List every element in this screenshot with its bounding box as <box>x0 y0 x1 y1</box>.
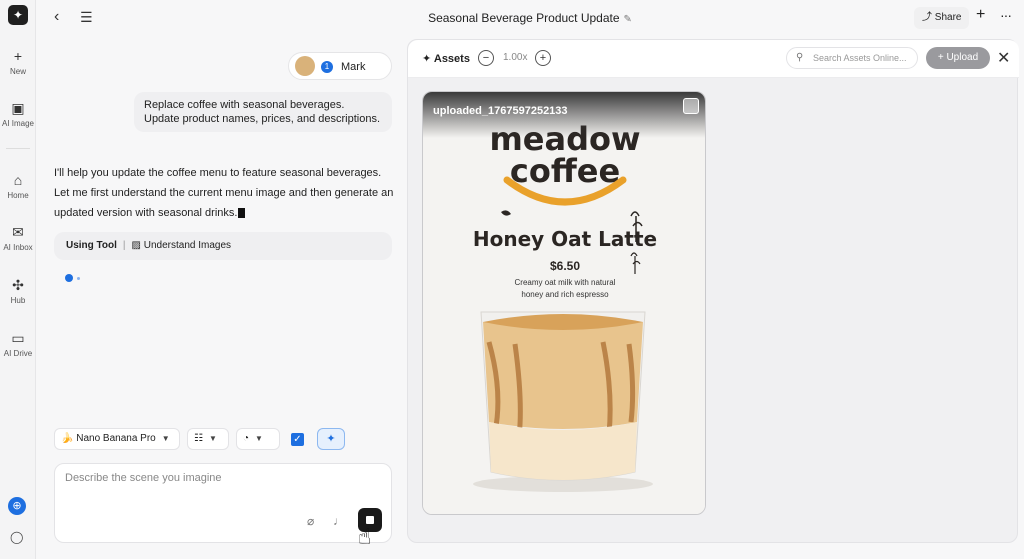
sparkle-icon: ✦ <box>422 53 434 65</box>
share-icon: ⤴ <box>922 12 932 23</box>
latte-body <box>483 322 643 429</box>
avatar <box>295 56 315 76</box>
image-icon: ▨ <box>131 240 144 251</box>
magic-sparkle-button[interactable]: ✦ <box>317 428 345 450</box>
home-icon: ⌂ <box>13 172 23 188</box>
checkbox-icon[interactable]: ✓ <box>291 433 304 446</box>
sidebar: ✦ + New ▣ AI Image ⌂ Home ✉ AI Inbox ✣ H… <box>0 0 36 559</box>
zoom-level: 1.00x <box>503 52 528 63</box>
tool-status-chip: Using Tool | ▨ Understand Images <box>54 232 392 260</box>
sidebar-item-ai-inbox[interactable]: ✉ AI Inbox <box>0 224 36 252</box>
loading-dot <box>77 277 80 280</box>
sidebar-item-home[interactable]: ⌂ Home <box>0 172 36 200</box>
typing-cursor <box>238 208 246 219</box>
folder-icon: ▭ <box>11 330 25 346</box>
more-icon[interactable]: ··· <box>1000 7 1012 23</box>
model-name: Nano Banana Pro <box>76 433 156 444</box>
palette-icon: ◔ <box>243 433 250 444</box>
assets-title-text: Assets <box>433 53 470 65</box>
settings-dropdown[interactable]: ☷ ▼ <box>187 428 229 450</box>
sliders-icon: ☷ <box>194 433 203 444</box>
search-icon: ⚲ <box>796 52 804 63</box>
model-selector[interactable]: 🍌 Nano Banana Pro ▼ <box>54 428 180 450</box>
product-price: $6.50 <box>550 259 580 273</box>
ai-message: I'll help you update the coffee menu to … <box>54 163 399 223</box>
top-bar: ‹ ☰ Seasonal Beverage Product Update ✎ ⤴ … <box>36 0 1024 36</box>
tool-separator: | <box>122 240 126 251</box>
upload-button-label: Upload <box>946 52 979 63</box>
ai-message-text: I'll help you update the coffee menu to … <box>54 167 394 219</box>
loading-dot <box>65 274 73 282</box>
sidebar-item-label: New <box>9 67 26 76</box>
sidebar-item-label: Hub <box>10 296 26 305</box>
sidebar-item-label: AI Image <box>1 119 34 128</box>
sidebar-item-hub[interactable]: ✣ Hub <box>0 277 36 305</box>
sidebar-item-new[interactable]: + New <box>0 48 36 76</box>
info-badge-icon: 1 <box>321 61 333 73</box>
globe-icon[interactable]: ⊕ <box>8 497 26 515</box>
chevron-down-icon: ▼ <box>255 434 263 443</box>
asset-file-name: uploaded_1767597252133 <box>433 105 568 117</box>
style-dropdown[interactable]: ◔ ▼ <box>236 428 280 450</box>
sidebar-item-ai-image[interactable]: ▣ AI Image <box>0 100 36 128</box>
assets-search-input[interactable]: ⚲ Search Assets Online... <box>786 47 918 69</box>
page-title-text: Seasonal Beverage Product Update <box>428 11 620 25</box>
prompt-input-box: ⌀ ♩ <box>54 463 392 543</box>
product-name: Honey Oat Latte <box>473 227 657 251</box>
upload-button[interactable]: + Upload <box>926 47 990 69</box>
sidebar-divider <box>6 148 30 149</box>
chevron-down-icon: ▼ <box>208 434 217 443</box>
user-message: Replace coffee with seasonal beverages. … <box>134 92 392 132</box>
hand-cursor-icon: ☝ <box>358 524 372 549</box>
banana-icon: 🍌 <box>61 433 77 444</box>
assets-header: ✦ Assets − 1.00x + ⚲ Search Assets Onlin… <box>408 40 1019 78</box>
inbox-icon: ✉ <box>12 224 24 240</box>
select-checkbox[interactable] <box>683 98 699 114</box>
page-title: Seasonal Beverage Product Update ✎ <box>36 11 1024 25</box>
prompt-input[interactable] <box>65 472 365 502</box>
microphone-icon[interactable]: ♩ <box>333 514 345 528</box>
share-button-label: Share <box>934 12 962 23</box>
sidebar-item-ai-drive[interactable]: ▭ AI Drive <box>0 330 36 358</box>
user-profile-icon[interactable]: ◯ <box>10 530 23 544</box>
product-desc-line1: Creamy oat milk with natural <box>515 278 616 287</box>
search-placeholder: Search Assets Online... <box>813 53 907 63</box>
app-logo-icon[interactable]: ✦ <box>8 5 28 25</box>
brand-line2: coffee <box>510 152 620 190</box>
tool-label: Using Tool <box>66 240 117 251</box>
milk-base <box>489 422 637 480</box>
plus-icon: + <box>13 48 23 64</box>
assets-title: ✦ Assets <box>422 52 470 65</box>
hub-icon: ✣ <box>12 277 24 293</box>
add-icon[interactable]: + <box>976 6 985 24</box>
assets-panel: ✦ Assets − 1.00x + ⚲ Search Assets Onlin… <box>407 39 1019 543</box>
zoom-out-icon[interactable]: − <box>478 50 494 66</box>
sidebar-item-label: Home <box>7 191 29 200</box>
chat-panel: 1 Mark Replace coffee with seasonal beve… <box>36 36 406 559</box>
sidebar-item-label: AI Inbox <box>3 243 33 252</box>
pencil-icon[interactable]: ✎ <box>624 14 632 25</box>
close-icon[interactable]: ✕ <box>997 48 1010 68</box>
tool-name: Understand Images <box>143 240 232 251</box>
paperclip-icon[interactable]: ⌀ <box>307 514 314 528</box>
share-button[interactable]: ⤴ Share <box>914 7 970 29</box>
chevron-down-icon: ▼ <box>161 434 170 443</box>
sidebar-item-label: AI Drive <box>3 349 33 358</box>
zoom-in-icon[interactable]: + <box>535 50 551 66</box>
user-name: Mark <box>341 61 366 73</box>
poster-image: meadow coffee Honey Oat Latte $6.50 Crea… <box>423 92 705 514</box>
product-desc-line2: honey and rich espresso <box>521 290 609 299</box>
asset-card[interactable]: meadow coffee Honey Oat Latte $6.50 Crea… <box>422 91 706 515</box>
image-edit-icon: ▣ <box>11 100 25 116</box>
user-chip[interactable]: 1 Mark <box>288 52 392 80</box>
